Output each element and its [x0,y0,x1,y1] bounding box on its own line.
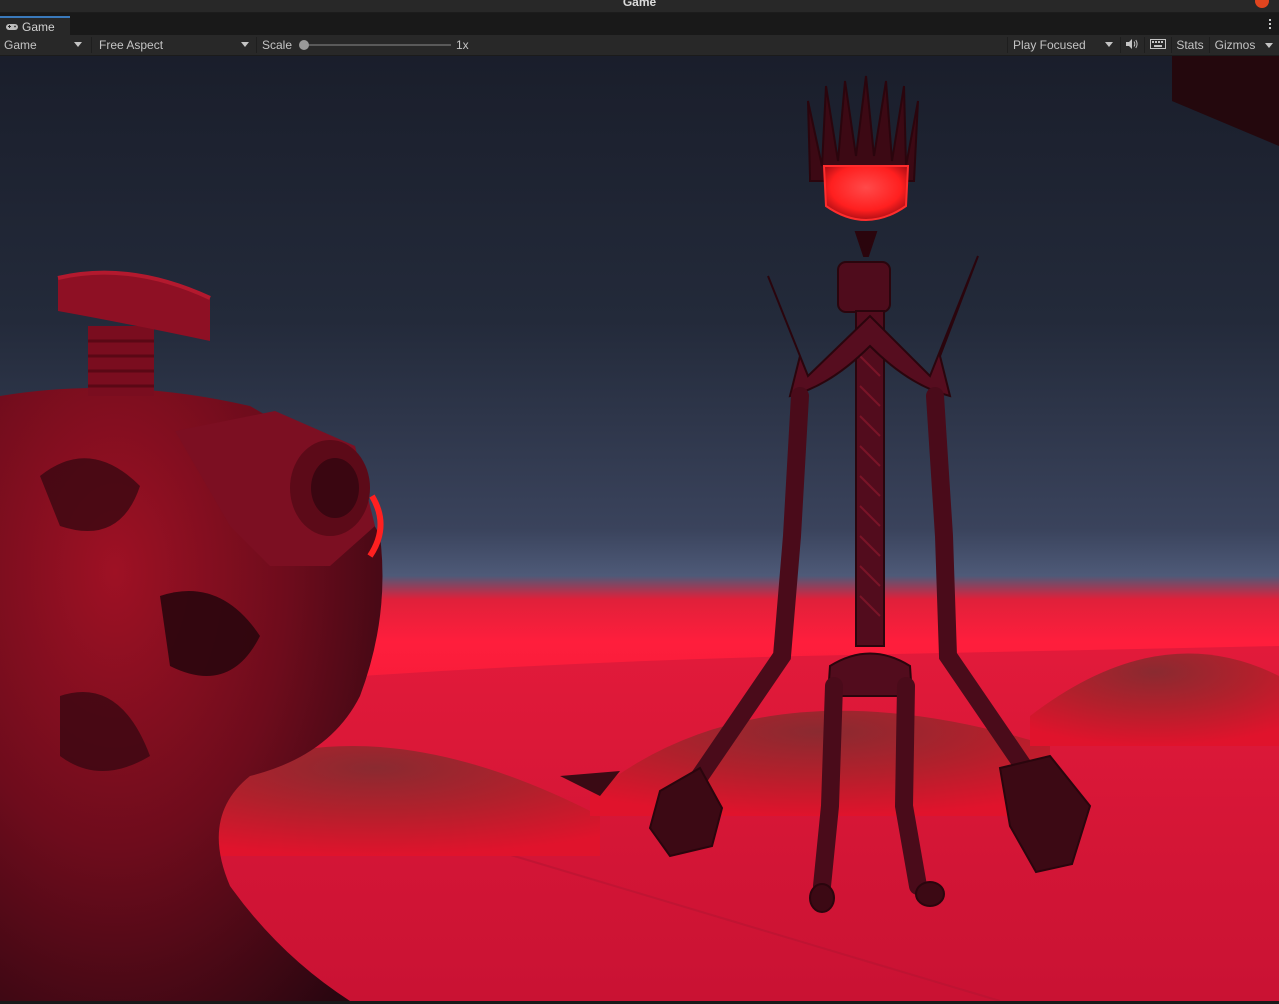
toolbar-divider [1007,37,1008,53]
window-title: Game [622,0,657,9]
keyboard-icon [1150,38,1166,52]
aspect-dropdown[interactable]: Free Aspect [95,35,255,55]
chevron-down-icon [1265,42,1273,48]
more-options-icon[interactable] [1267,16,1273,32]
window-titlebar: Game [0,0,1279,13]
speaker-icon [1125,38,1139,53]
gizmos-dropdown[interactable] [1261,35,1277,55]
chevron-down-icon [1105,42,1113,47]
scale-label: Scale [262,38,293,52]
tab-game-label: Game [22,19,55,34]
display-dropdown[interactable]: Game [0,35,88,55]
chevron-down-icon [74,42,82,47]
toolbar-divider [256,37,257,53]
play-mode-dropdown-label: Play Focused [1013,38,1086,52]
toolbar-divider [1144,37,1145,53]
scale-slider-thumb[interactable] [299,40,309,50]
gizmos-button-label: Gizmos [1214,38,1256,52]
scale-slider-track[interactable] [303,44,451,46]
mute-audio-button[interactable] [1121,35,1143,55]
tab-game[interactable]: Game [0,16,70,35]
toolbar-divider [1209,37,1210,53]
gamepad-icon [5,22,19,32]
stats-button-label: Stats [1176,38,1204,52]
toolbar-divider [91,37,92,53]
game-scene [0,56,1279,1002]
keyboard-shortcuts-button[interactable] [1146,35,1170,55]
aspect-dropdown-label: Free Aspect [99,38,164,52]
gizmos-button[interactable]: Gizmos [1211,35,1259,55]
game-viewport[interactable] [0,56,1279,1002]
game-view-toolbar: Game Free Aspect Scale 1x Play Focused S… [0,35,1279,56]
display-dropdown-label: Game [4,38,37,52]
scale-value: 1x [456,38,469,52]
play-mode-dropdown[interactable]: Play Focused [1009,35,1119,55]
stats-button[interactable]: Stats [1172,35,1208,55]
chevron-down-icon [241,42,249,47]
tab-bar: Game [0,13,1279,36]
